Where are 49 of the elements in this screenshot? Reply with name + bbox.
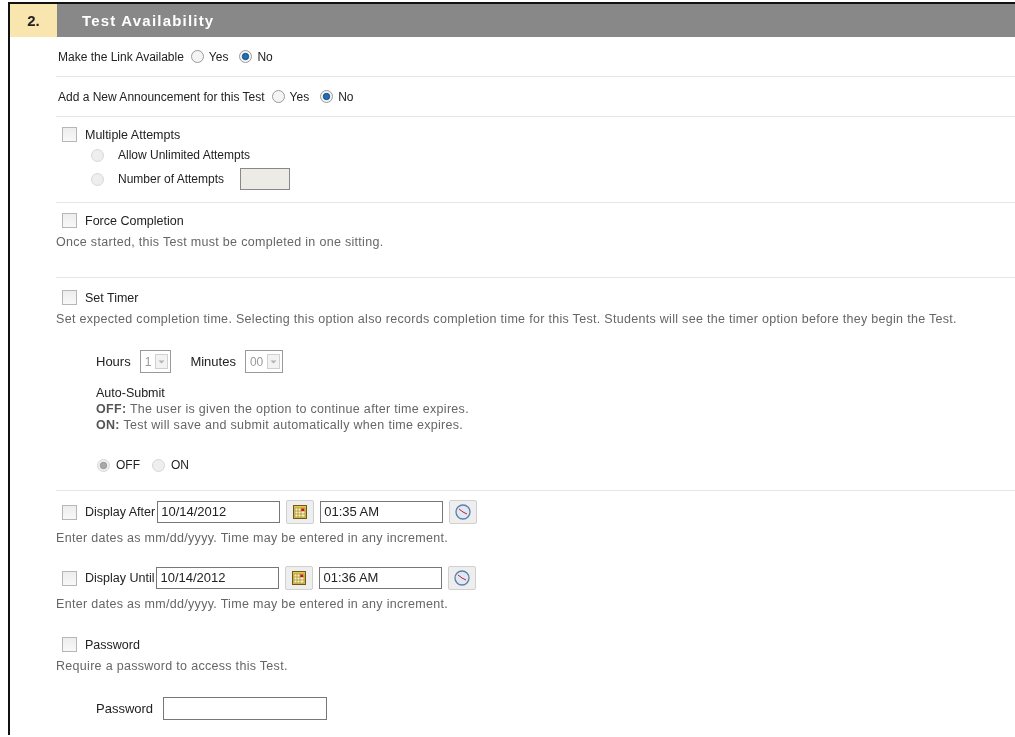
radio-button[interactable] [239,50,253,63]
password-field[interactable] [163,697,328,720]
checkbox[interactable] [62,637,77,652]
description: Once started, this Test must be completed in one sitting. [56,235,385,249]
auto-submit-label: Auto-Submit [95,386,166,400]
time-field[interactable]: 01:36 AM [319,567,443,589]
radio-button[interactable] [271,90,285,103]
section-title: Test Availability [57,4,1015,37]
checkbox-label: Display After [85,505,156,519]
checkbox[interactable] [62,570,77,586]
radio-button[interactable] [190,50,204,63]
checkbox-label: Display Until [85,571,155,585]
option-label: Number of Attempts [118,172,225,186]
option-note: ON: Test will save and submit automatically when time expires. [95,418,465,432]
description: Set expected completion time. Selecting this option also records completion time for this Test. Students will see the timer option before they begin the Test. [56,312,958,326]
checkbox[interactable] [62,504,77,520]
field-label: Minutes [190,354,236,369]
calendar-icon[interactable] [286,500,315,524]
question-label: Add a New Announcement for this Test [58,89,265,104]
field-label: Hours [96,354,131,369]
calendar-icon[interactable] [285,566,314,590]
option-label: No [338,89,354,104]
radio-button[interactable] [320,90,334,103]
option-label: ON [171,458,189,472]
field-label: Password [96,701,154,716]
option-note: OFF: The user is given the option to continue after time expires. [95,402,470,416]
checkbox[interactable] [62,290,77,305]
time-field[interactable]: 01:35 AM [320,501,444,523]
checkbox-label: Multiple Attempts [85,127,181,142]
date-field[interactable]: 10/14/2012 [156,567,280,589]
input-field[interactable] [240,168,291,190]
section-number: 2. [10,4,57,37]
description: Require a password to access this Test. [56,659,289,673]
checkbox-label: Password [85,637,140,652]
checkbox-label: Force Completion [85,213,184,228]
clock-icon[interactable] [448,566,477,590]
question-label: Make the Link Available [58,49,184,64]
clock-icon[interactable] [449,500,478,524]
option-label: Yes [208,49,229,64]
option-label: OFF [116,458,140,472]
checkbox-label: Set Timer [85,290,139,305]
date-field[interactable]: 10/14/2012 [157,501,281,523]
checkbox[interactable] [62,127,77,142]
option-label: Allow Unlimited Attempts [118,148,251,162]
description: Enter dates as mm/dd/yyyy. Time may be entered in any increment. [56,597,450,611]
option-label: No [257,49,273,64]
option-label: Yes [289,89,310,104]
description: Enter dates as mm/dd/yyyy. Time may be entered in any increment. [56,531,450,545]
checkbox[interactable] [62,213,77,228]
